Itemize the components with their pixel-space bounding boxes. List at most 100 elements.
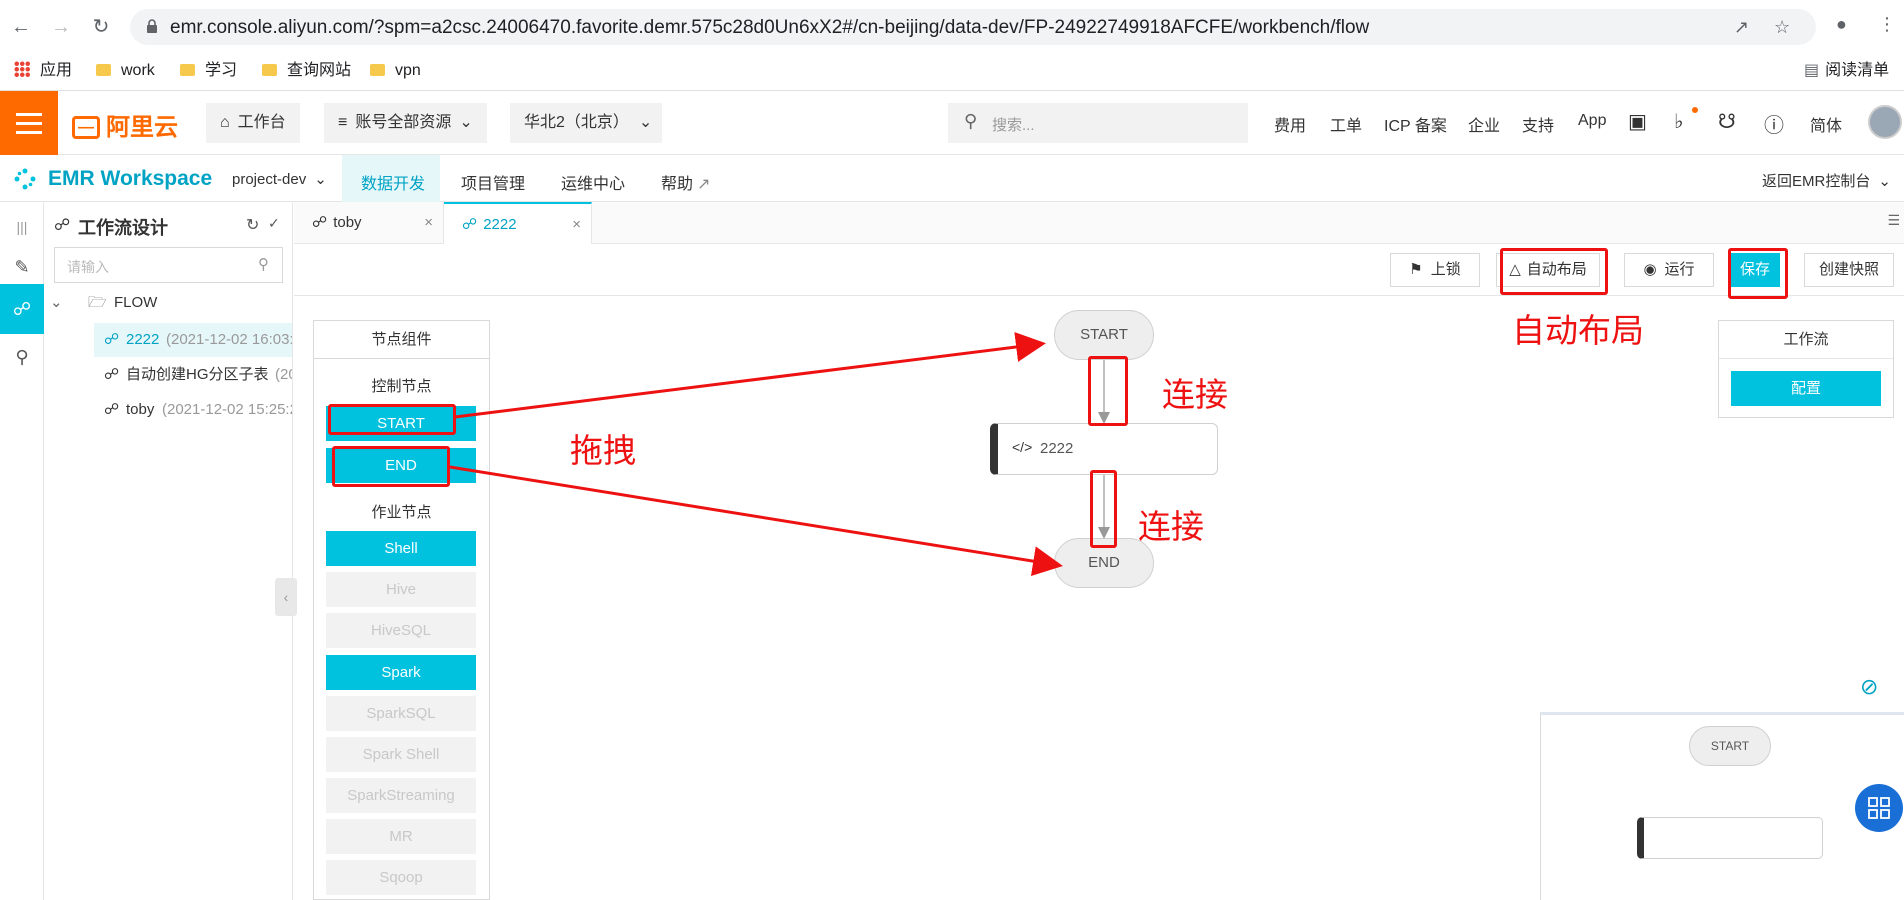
search-icon: ⚲ bbox=[258, 256, 269, 273]
menu-data-dev[interactable]: 数据开发 bbox=[361, 170, 425, 194]
menu-help[interactable]: 帮助 ↗ bbox=[661, 170, 710, 194]
minimap-start-node: START bbox=[1689, 726, 1771, 766]
folder-icon bbox=[180, 64, 195, 76]
close-icon[interactable]: × bbox=[572, 204, 581, 246]
chevron-down-icon: ⌄ bbox=[1878, 173, 1891, 190]
highlight-start bbox=[328, 404, 456, 435]
annotation-drag: 拖拽 bbox=[570, 431, 636, 470]
notification-dot bbox=[1692, 107, 1698, 113]
tree-folder-flow[interactable]: ⌄ 🗁 FLOW bbox=[44, 286, 292, 320]
folder-icon bbox=[370, 64, 385, 76]
palette-spark-node[interactable]: Spark bbox=[326, 655, 476, 690]
global-search-input[interactable]: ⚲ 搜索... bbox=[948, 103, 1248, 143]
link-enterprise[interactable]: 企业 bbox=[1468, 112, 1500, 136]
folder-icon bbox=[96, 64, 111, 76]
link-support[interactable]: 支持 bbox=[1522, 112, 1554, 136]
minimap-job-node bbox=[1637, 817, 1823, 859]
palette-sparksql-node: SparkSQL bbox=[326, 696, 476, 731]
palette-shell-node[interactable]: Shell bbox=[326, 531, 476, 566]
apps-fab[interactable] bbox=[1855, 784, 1903, 832]
menu-ops-center[interactable]: 运维中心 bbox=[561, 170, 625, 194]
editor-toolbar: ⚑ 上锁 △ 自动布局 ◉ 运行 保存 创建快照 bbox=[294, 244, 1904, 296]
share-icon[interactable]: ↗ bbox=[1734, 17, 1749, 38]
aliyun-logo[interactable]: — 阿里云 bbox=[72, 107, 178, 142]
workflow-icon: ☍ bbox=[54, 217, 71, 234]
external-link-icon: ↗ bbox=[697, 176, 711, 193]
back-to-emr-link[interactable]: 返回EMR控制台 ⌄ bbox=[1762, 170, 1891, 191]
region-dropdown[interactable]: 华北2（北京） ⌄ bbox=[510, 103, 662, 143]
bookmark-vpn[interactable]: vpn bbox=[370, 59, 421, 83]
minimap[interactable]: START bbox=[1540, 712, 1904, 900]
link-tickets[interactable]: 工单 bbox=[1330, 112, 1362, 136]
reading-list[interactable]: ▤ 阅读清单 bbox=[1804, 59, 1889, 83]
bookmark-work[interactable]: work bbox=[96, 59, 155, 83]
menu-icon[interactable] bbox=[0, 91, 58, 155]
tree-search-input[interactable]: 请输入 ⚲ bbox=[54, 247, 283, 283]
star-icon[interactable]: ☆ bbox=[1774, 17, 1790, 38]
tree-item[interactable]: ☍ 自动创建HG分区子表 (20 bbox=[94, 358, 292, 392]
workspace-title: EMR Workspace bbox=[48, 167, 213, 190]
bell-icon[interactable]: ♭ bbox=[1674, 109, 1683, 134]
code-icon: </> bbox=[1012, 439, 1033, 455]
back-icon[interactable]: ← bbox=[8, 14, 34, 40]
workbench-button[interactable]: ⌂ 工作台 bbox=[206, 103, 300, 143]
palette-hive-node: Hive bbox=[326, 572, 476, 607]
pin-icon[interactable]: ✓ bbox=[268, 215, 280, 232]
config-button[interactable]: 配置 bbox=[1731, 371, 1881, 406]
terminal-icon[interactable]: ▣ bbox=[1628, 109, 1647, 134]
lock-button[interactable]: ⚑ 上锁 bbox=[1390, 253, 1480, 287]
apps-icon bbox=[14, 61, 30, 77]
link-app[interactable]: App bbox=[1578, 112, 1606, 130]
address-bar[interactable]: emr.console.aliyun.com/?spm=a2csc.240064… bbox=[130, 9, 1816, 45]
rail-search-icon[interactable]: ⚲ bbox=[0, 332, 44, 382]
bookmark-study[interactable]: 学习 bbox=[180, 59, 237, 83]
left-rail: ||| ✎ ☍ ⚲ bbox=[0, 202, 44, 900]
bookmark-apps[interactable]: 应用 bbox=[14, 59, 72, 83]
account-resources-dropdown[interactable]: ≡ 账号全部资源 ⌄ bbox=[324, 103, 487, 143]
cart-icon[interactable]: ☋ bbox=[1718, 109, 1736, 134]
close-icon[interactable]: × bbox=[424, 202, 433, 244]
more-icon[interactable]: ⋮ bbox=[1878, 14, 1896, 35]
palette-title: 节点组件 bbox=[314, 321, 489, 359]
profile-icon[interactable]: ● bbox=[1836, 14, 1847, 35]
forward-icon[interactable]: → bbox=[48, 14, 74, 40]
tree-item[interactable]: ☍ 2222 (2021-12-02 16:03:2 bbox=[94, 323, 292, 357]
bookmarks-bar: 应用 work 学习 查询网站 vpn ▤ 阅读清单 bbox=[0, 54, 1904, 90]
palette-sparkshell-node: Spark Shell bbox=[326, 737, 476, 772]
link-billing[interactable]: 费用 bbox=[1274, 112, 1306, 136]
highlight-auto-layout bbox=[1500, 248, 1608, 295]
play-icon: ◉ bbox=[1643, 261, 1657, 278]
refresh-icon[interactable]: ↻ bbox=[246, 215, 259, 235]
avatar[interactable] bbox=[1868, 105, 1902, 139]
highlight-save bbox=[1728, 248, 1788, 299]
canvas-job-node[interactable]: </> 2222 bbox=[990, 423, 1218, 475]
emr-logo-icon bbox=[14, 168, 36, 190]
eye-off-icon[interactable]: ⊘ bbox=[1860, 674, 1878, 700]
panel-collapse-handle[interactable]: ‹ bbox=[275, 578, 297, 616]
snapshot-button[interactable]: 创建快照 bbox=[1804, 253, 1894, 287]
highlight-connect-1 bbox=[1088, 356, 1128, 426]
browser-chrome: ← → ↻ emr.console.aliyun.com/?spm=a2csc.… bbox=[0, 0, 1904, 91]
help-icon[interactable]: ⓘ bbox=[1764, 109, 1784, 138]
folder-icon: 🗁 bbox=[88, 294, 107, 311]
tab-menu-icon[interactable]: ☰ bbox=[1887, 212, 1900, 229]
rail-workflow-icon[interactable]: ☍ bbox=[0, 284, 44, 334]
workflow-panel: 工作流 配置 bbox=[1718, 320, 1894, 418]
run-button[interactable]: ◉ 运行 bbox=[1624, 253, 1714, 287]
workflow-tree-panel: ☍ 工作流设计 ↻ ✓ 请输入 ⚲ ⌄ 🗁 FLOW ☍ 2222 (2021-… bbox=[44, 202, 293, 900]
workflow-icon: ☍ bbox=[104, 331, 120, 348]
palette-sparkstreaming-node: SparkStreaming bbox=[326, 778, 476, 813]
menu-project-mgmt[interactable]: 项目管理 bbox=[461, 170, 525, 194]
folder-icon bbox=[262, 64, 277, 76]
project-dropdown[interactable]: project-dev ⌄ bbox=[232, 170, 327, 188]
canvas-start-node[interactable]: START bbox=[1054, 310, 1154, 360]
tab-toby[interactable]: ☍ toby × bbox=[294, 202, 444, 244]
reading-list-icon: ▤ bbox=[1804, 62, 1820, 79]
reload-icon[interactable]: ↻ bbox=[88, 14, 114, 40]
link-icp[interactable]: ICP 备案 bbox=[1384, 112, 1447, 136]
bookmark-query[interactable]: 查询网站 bbox=[262, 59, 351, 83]
tree-item[interactable]: ☍ toby (2021-12-02 15:25:2 bbox=[94, 393, 292, 427]
workflow-panel-title: 工作流 bbox=[1719, 321, 1893, 359]
language-switch[interactable]: 简体 bbox=[1810, 112, 1842, 136]
tab-2222[interactable]: ☍ 2222 × bbox=[444, 202, 592, 244]
